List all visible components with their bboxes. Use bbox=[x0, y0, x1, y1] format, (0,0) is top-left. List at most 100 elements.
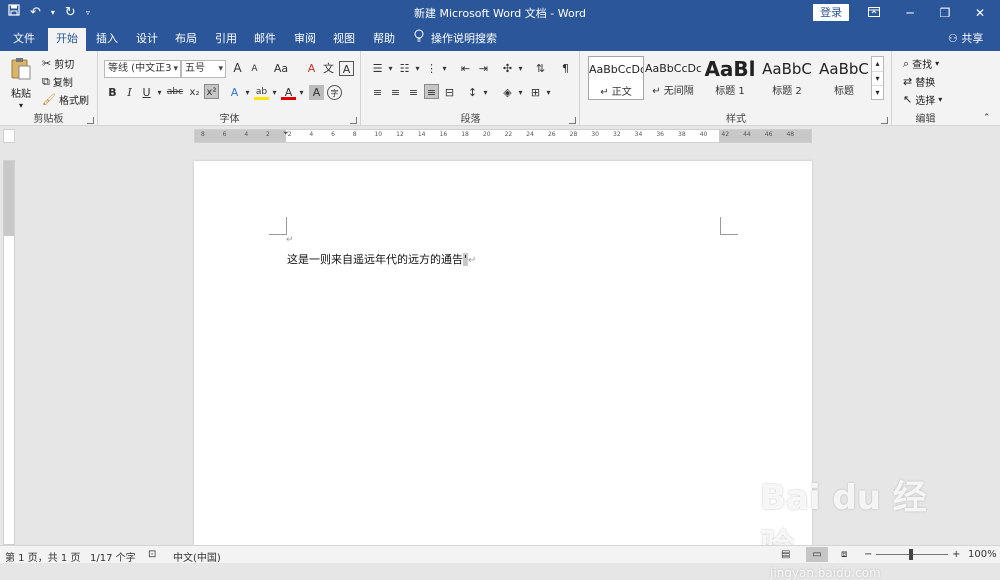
zoom-out-button[interactable]: − bbox=[864, 549, 872, 560]
ruler-number: 40 bbox=[699, 131, 708, 138]
style-title[interactable]: AaBbC 标题 bbox=[816, 56, 872, 100]
shrink-font-icon[interactable]: A bbox=[247, 62, 262, 77]
tab-mailings[interactable]: 邮件 bbox=[246, 28, 284, 51]
page-count[interactable]: 第 1 页，共 1 页 bbox=[5, 549, 80, 564]
increase-indent-icon[interactable]: ⇥ bbox=[476, 61, 491, 76]
print-layout-icon[interactable]: ▭ bbox=[806, 547, 828, 562]
tab-insert[interactable]: 插入 bbox=[88, 28, 126, 51]
justify-icon[interactable]: ≡ bbox=[424, 84, 439, 99]
enclose-char-icon[interactable]: 字 bbox=[327, 85, 342, 100]
align-right-icon[interactable]: ≡ bbox=[406, 85, 421, 100]
chinese-layout-dropdown-icon[interactable]: ▾ bbox=[513, 61, 528, 76]
ruler-number: 26 bbox=[547, 131, 556, 138]
read-mode-icon[interactable]: ▤ bbox=[781, 549, 790, 560]
highlight-dropdown-icon[interactable]: ▾ bbox=[267, 85, 282, 100]
bold-icon[interactable]: B bbox=[105, 85, 120, 100]
title-bar: ↶ ▾ ↻ ▿ 新建 Microsoft Word 文档 - Word 登录 ─… bbox=[0, 0, 1000, 26]
zoom-slider-thumb[interactable] bbox=[909, 549, 913, 560]
tab-design[interactable]: 设计 bbox=[128, 28, 166, 51]
style-normal[interactable]: AaBbCcDc ↵ 正文 bbox=[588, 56, 644, 100]
login-button[interactable]: 登录 bbox=[813, 4, 849, 21]
watermark-url: jingyan.baidu.com bbox=[770, 566, 881, 580]
grow-font-icon[interactable]: A bbox=[230, 61, 245, 76]
font-color-dropdown-icon[interactable]: ▾ bbox=[294, 85, 309, 100]
shading-dropdown-icon[interactable]: ▾ bbox=[513, 85, 528, 100]
paste-button[interactable]: 粘贴 ▾ bbox=[10, 57, 32, 110]
ribbon-tabs: 文件 开始 插入 设计 布局 引用 邮件 审阅 视图 帮助 操作说明搜索 ⚇ 共… bbox=[0, 26, 1000, 51]
show-marks-icon[interactable]: ¶ bbox=[558, 61, 573, 76]
char-border-icon[interactable]: A bbox=[339, 61, 354, 76]
bullets-dropdown-icon[interactable]: ▾ bbox=[383, 61, 398, 76]
strikethrough-icon[interactable]: abc bbox=[165, 85, 185, 100]
effects-dropdown-icon[interactable]: ▾ bbox=[240, 85, 255, 100]
multilevel-dropdown-icon[interactable]: ▾ bbox=[437, 61, 452, 76]
web-layout-icon[interactable]: ⧈ bbox=[841, 549, 847, 560]
tell-me-box[interactable]: 操作说明搜索 bbox=[414, 28, 497, 49]
copy-button[interactable]: ⧉ 复制 bbox=[42, 74, 73, 90]
sort-icon[interactable]: ⇅ bbox=[533, 61, 548, 76]
language-indicator[interactable]: 中文(中国) bbox=[173, 549, 221, 564]
tab-help[interactable]: 帮助 bbox=[365, 28, 403, 51]
decrease-indent-icon[interactable]: ⇤ bbox=[458, 61, 473, 76]
font-launcher-icon[interactable] bbox=[350, 117, 357, 124]
chevron-up-icon[interactable]: ▴ bbox=[872, 57, 883, 71]
minimize-icon[interactable]: ─ bbox=[893, 0, 927, 26]
horizontal-ruler[interactable]: 8 6 4 2 2 4 6 8 10 12 14 16 18 20 22 24 26 28 30 32 34 36 38 40… bbox=[194, 129, 812, 143]
subscript-icon[interactable]: x₂ bbox=[187, 85, 202, 100]
zoom-in-button[interactable]: + bbox=[952, 549, 960, 560]
borders-dropdown-icon[interactable]: ▾ bbox=[541, 85, 556, 100]
restore-icon[interactable]: ❐ bbox=[928, 0, 962, 26]
align-center-icon[interactable]: ≡ bbox=[388, 85, 403, 100]
change-case-icon[interactable]: Aa bbox=[270, 61, 292, 76]
collapse-ribbon-icon[interactable]: ⌃ bbox=[983, 113, 991, 123]
tab-file[interactable]: 文件 bbox=[5, 28, 43, 51]
proofing-icon[interactable]: ⊡ bbox=[148, 549, 156, 560]
chevron-down-icon[interactable]: ▾ bbox=[872, 71, 883, 85]
vertical-scrollbar[interactable] bbox=[986, 143, 1000, 545]
styles-more-icon[interactable]: ▾ bbox=[872, 85, 883, 99]
ribbon-display-icon[interactable] bbox=[857, 0, 891, 26]
document-page[interactable]: ↵ 这是一则来自遥远年代的远方的通告'↵ bbox=[194, 161, 812, 545]
tab-selector[interactable] bbox=[3, 129, 15, 143]
tab-layout[interactable]: 布局 bbox=[167, 28, 205, 51]
clipboard-launcher-icon[interactable] bbox=[87, 117, 94, 124]
superscript-icon[interactable]: x² bbox=[204, 84, 219, 99]
tab-home[interactable]: 开始 bbox=[48, 28, 86, 51]
document-paragraph[interactable]: 这是一则来自遥远年代的远方的通告'↵ bbox=[287, 251, 476, 267]
font-name-combo[interactable]: 等线 (中文正3 ▾ bbox=[104, 60, 181, 78]
format-painter-button[interactable]: 🖌 格式刷 bbox=[42, 92, 89, 108]
cut-button[interactable]: ✂ 剪切 bbox=[42, 56, 74, 72]
phonetic-guide-icon[interactable]: 文 bbox=[321, 61, 336, 76]
clear-format-icon[interactable]: A bbox=[304, 61, 319, 76]
tab-references[interactable]: 引用 bbox=[207, 28, 245, 51]
window-title: 新建 Microsoft Word 文档 - Word bbox=[413, 7, 587, 20]
italic-icon[interactable]: I bbox=[122, 85, 137, 100]
ruler-number: 12 bbox=[396, 131, 404, 138]
char-shading-icon[interactable]: A bbox=[309, 85, 324, 100]
numbering-dropdown-icon[interactable]: ▾ bbox=[410, 61, 425, 76]
ruler-number: 24 bbox=[526, 131, 534, 138]
ruler-number: 14 bbox=[417, 131, 426, 138]
tab-view[interactable]: 视图 bbox=[325, 28, 363, 51]
style-no-spacing[interactable]: AaBbCcDc ↵ 无间隔 bbox=[645, 56, 701, 100]
style-sample: AaBbCcDc bbox=[589, 63, 643, 76]
font-size-combo[interactable]: 五号 ▾ bbox=[181, 60, 226, 78]
close-icon[interactable]: ✕ bbox=[963, 0, 997, 26]
style-heading-2[interactable]: AaBbC 标题 2 bbox=[759, 56, 815, 100]
tab-review[interactable]: 审阅 bbox=[286, 28, 324, 51]
indent-marker-icon[interactable]: ⏷ bbox=[283, 129, 289, 138]
share-button[interactable]: ⚇ 共享 bbox=[948, 28, 983, 49]
paragraph-launcher-icon[interactable] bbox=[569, 117, 576, 124]
align-left-icon[interactable]: ≡ bbox=[370, 85, 385, 100]
share-label: 共享 bbox=[961, 32, 984, 45]
style-heading-1[interactable]: AaBl 标题 1 bbox=[702, 56, 758, 100]
vertical-ruler[interactable] bbox=[3, 160, 15, 545]
replace-button[interactable]: ⇄ 替换 bbox=[903, 74, 935, 90]
select-button[interactable]: ↖ 选择 ▾ bbox=[903, 92, 942, 108]
word-count[interactable]: 1/17 个字 bbox=[90, 549, 136, 564]
find-button[interactable]: ⌕ 查找 ▾ bbox=[903, 56, 939, 72]
line-spacing-dropdown-icon[interactable]: ▾ bbox=[478, 85, 493, 100]
styles-launcher-icon[interactable] bbox=[881, 117, 888, 124]
distributed-icon[interactable]: ⊟ bbox=[442, 85, 457, 100]
zoom-level[interactable]: 100% bbox=[968, 549, 997, 560]
